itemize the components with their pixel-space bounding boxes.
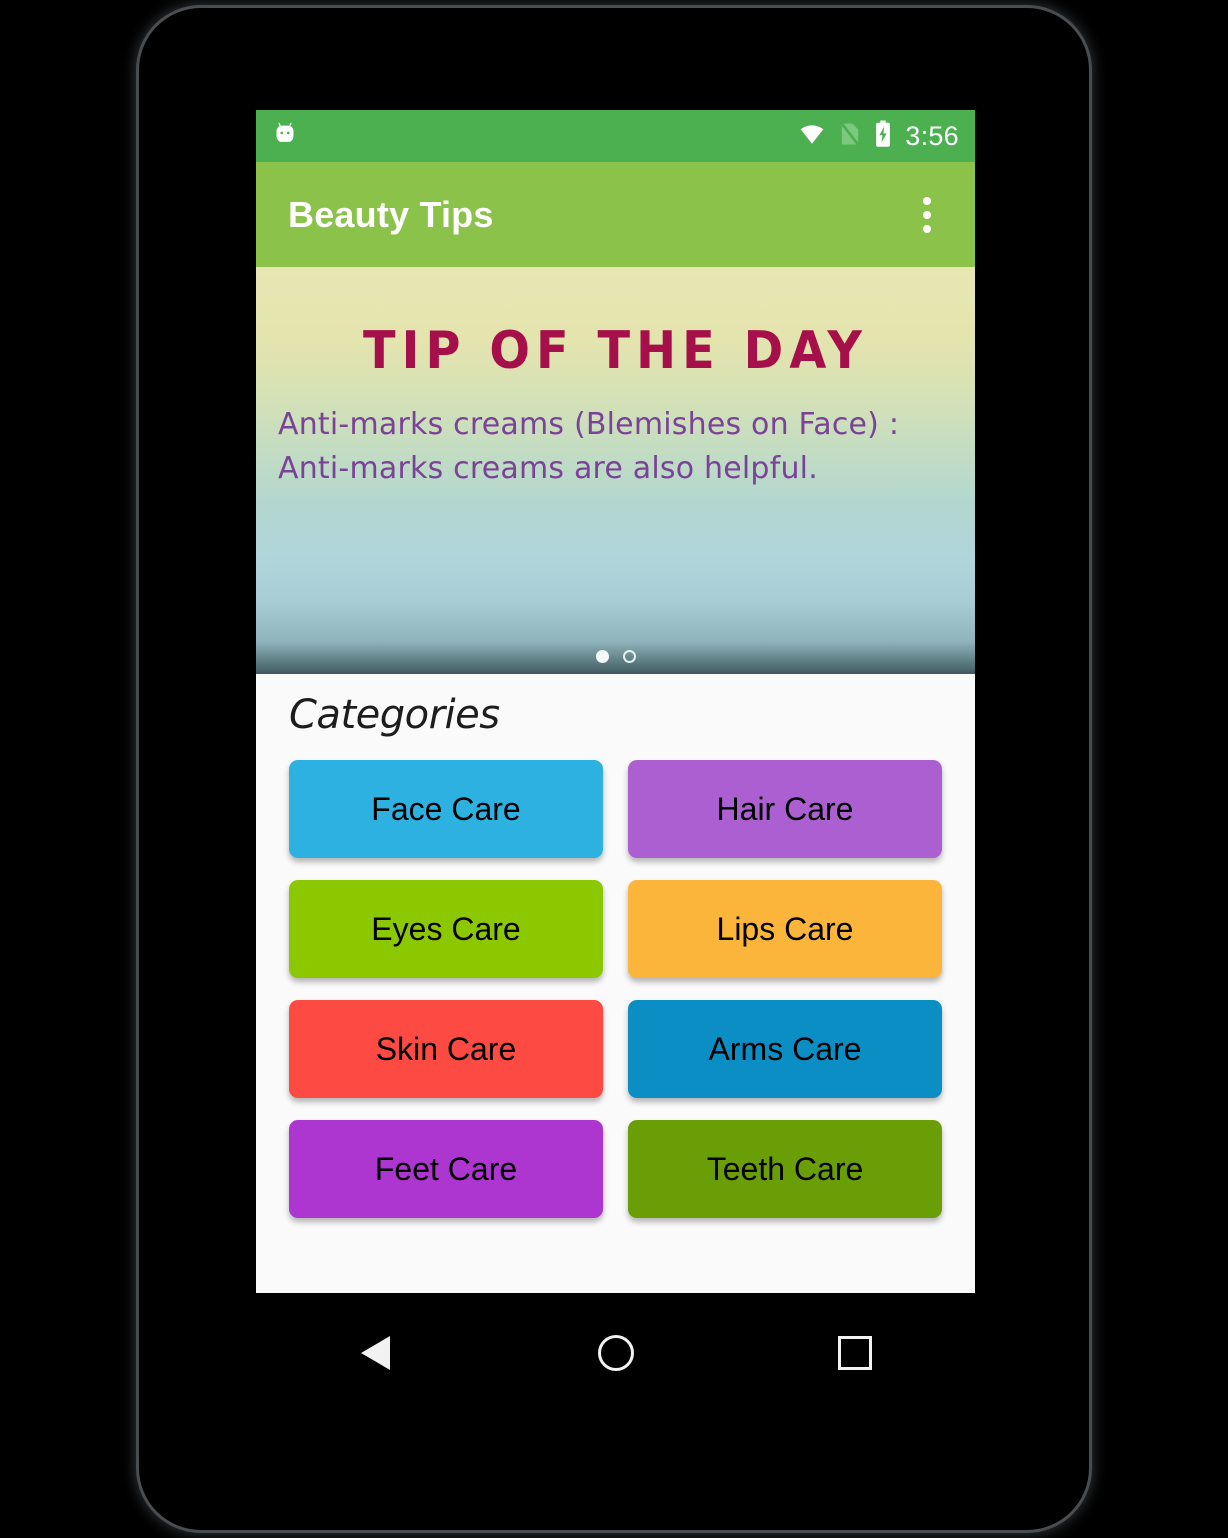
category-grid: Face Care Hair Care Eyes Care Lips Care Skin… [289, 760, 942, 1218]
home-button[interactable] [496, 1293, 736, 1413]
category-button-label: Eyes Care [371, 910, 521, 947]
android-navigation-bar [256, 1293, 975, 1413]
phone-screen: 3:56 Beauty Tips TIP OF THE DAY Anti-mar… [256, 110, 975, 1293]
category-button-face-care[interactable]: Face Care [289, 760, 603, 858]
category-button-skin-care[interactable]: Skin Care [289, 1000, 603, 1098]
overflow-dot [923, 224, 931, 233]
category-button-hair-care[interactable]: Hair Care [628, 760, 942, 858]
categories-heading: Categories [289, 692, 500, 738]
category-button-label: Skin Care [375, 1030, 517, 1067]
home-circle-icon [597, 1335, 634, 1371]
tip-of-the-day-card[interactable]: TIP OF THE DAY Anti-marks creams (Blemis… [256, 267, 975, 674]
category-button-lips-care[interactable]: Lips Care [628, 880, 942, 978]
carousel-page-dots [256, 650, 975, 663]
battery-charging-icon [873, 120, 893, 153]
app-bar: Beauty Tips [256, 162, 975, 267]
category-button-label: Teeth Care [706, 1150, 864, 1187]
category-button-label: Hair Care [716, 790, 854, 827]
overflow-dot [923, 196, 931, 205]
android-robot-icon [272, 121, 298, 152]
status-bar-left-icons [272, 121, 298, 152]
tip-title: TIP OF THE DAY [362, 321, 869, 381]
categories-section: Categories Face Care Hair Care Eyes Care Li… [256, 674, 975, 1293]
back-triangle-icon [361, 1336, 391, 1370]
category-button-label: Arms Care [708, 1030, 862, 1067]
category-button-arms-care[interactable]: Arms Care [628, 1000, 942, 1098]
carousel-dot-active[interactable] [595, 650, 609, 663]
carousel-dot-inactive[interactable] [622, 650, 636, 663]
page-title: Beauty Tips [288, 193, 494, 235]
status-bar: 3:56 [256, 110, 975, 162]
status-bar-right-icons: 3:56 [797, 120, 959, 153]
recents-button[interactable] [735, 1293, 975, 1413]
category-button-label: Lips Care [716, 910, 854, 947]
category-button-eyes-care[interactable]: Eyes Care [289, 880, 603, 978]
tip-body-text: Anti-marks creams (Blemishes on Face) : … [278, 407, 900, 486]
category-button-label: Feet Care [374, 1150, 518, 1187]
wifi-icon [797, 121, 827, 152]
overflow-dot [923, 210, 931, 219]
category-button-label: Face Care [371, 790, 521, 827]
overflow-menu-icon[interactable] [907, 187, 947, 243]
status-bar-clock: 3:56 [905, 120, 959, 151]
back-button[interactable] [256, 1293, 496, 1413]
no-sim-icon [839, 120, 861, 153]
recents-square-icon [838, 1336, 873, 1370]
category-button-teeth-care[interactable]: Teeth Care [628, 1120, 942, 1218]
category-button-feet-care[interactable]: Feet Care [289, 1120, 603, 1218]
